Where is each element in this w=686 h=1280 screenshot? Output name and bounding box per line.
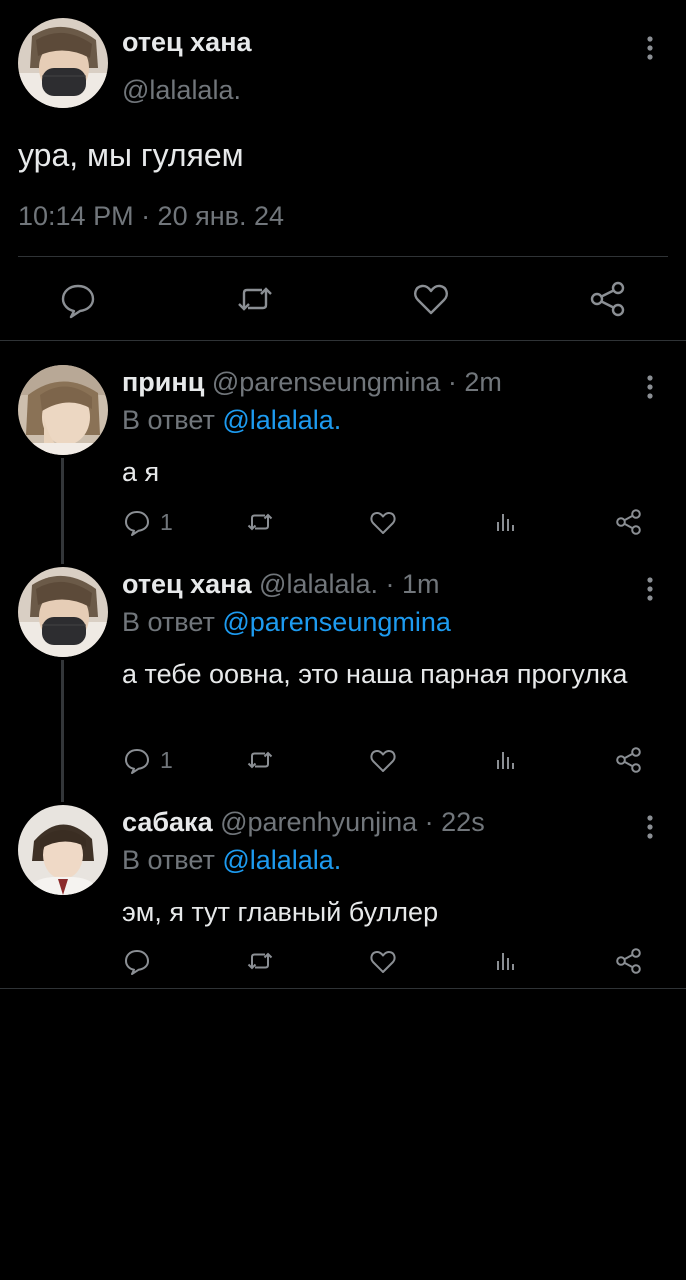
reply-icon[interactable]: [58, 279, 98, 319]
author-name[interactable]: отец хана: [122, 569, 252, 599]
analytics-icon[interactable]: [491, 745, 521, 775]
share-icon[interactable]: [614, 946, 644, 976]
reply-button[interactable]: 1: [122, 745, 173, 775]
reply-prefix: В ответ: [122, 845, 215, 875]
like-icon[interactable]: [368, 946, 398, 976]
retweet-icon[interactable]: [235, 279, 275, 319]
like-icon[interactable]: [368, 507, 398, 537]
more-options-icon[interactable]: [640, 34, 660, 64]
share-icon[interactable]: [614, 745, 644, 775]
share-icon[interactable]: [588, 279, 628, 319]
reply-icon: [125, 511, 149, 536]
reply-count: 1: [160, 508, 173, 535]
reply-context: В ответ @parenseungmina: [122, 607, 451, 638]
more-options-icon[interactable]: [640, 813, 660, 843]
avatar[interactable]: [18, 805, 108, 895]
author-handle[interactable]: @parenseungmina: [212, 367, 441, 397]
reply-count: 1: [160, 746, 173, 773]
reply-tweet[interactable]: отец хана @lalalala. · 1m В ответ @paren…: [0, 567, 686, 787]
share-icon[interactable]: [614, 507, 644, 537]
like-icon[interactable]: [411, 279, 451, 319]
mention-link[interactable]: @lalalala.: [222, 405, 341, 435]
post-time: · 1m: [385, 569, 440, 599]
analytics-icon[interactable]: [491, 507, 521, 537]
reply-tweet[interactable]: принц @parenseungmina · 2m В ответ @lala…: [0, 365, 686, 545]
tweet-timestamp: 10:14 PM · 20 янв. 24: [18, 201, 285, 231]
author-handle[interactable]: @parenhyunjina: [220, 807, 417, 837]
avatar[interactable]: [18, 18, 108, 108]
analytics-icon[interactable]: [491, 946, 521, 976]
avatar[interactable]: [18, 365, 108, 455]
reply-context: В ответ @lalalala.: [122, 405, 341, 436]
author-handle[interactable]: @lalalala.: [122, 75, 241, 106]
author-name[interactable]: принц: [122, 367, 204, 397]
retweet-icon[interactable]: [245, 946, 275, 976]
avatar[interactable]: [18, 567, 108, 657]
mention-link[interactable]: @lalalala.: [222, 845, 341, 875]
reply-button[interactable]: [122, 946, 160, 976]
divider: [0, 988, 686, 989]
author-name[interactable]: сабака: [122, 807, 213, 837]
reply-tweet[interactable]: сабака @parenhyunjina · 22s В ответ @lal…: [0, 805, 686, 980]
post-time: · 2m: [447, 367, 502, 397]
tweet-text: ура, мы гуляем: [18, 137, 244, 173]
reply-icon: [125, 749, 149, 774]
reply-prefix: В ответ: [122, 405, 215, 435]
tweet-text: эм, я тут главный буллер: [122, 897, 439, 927]
reply-prefix: В ответ: [122, 607, 215, 637]
author-handle[interactable]: @lalalala.: [259, 569, 378, 599]
reply-button[interactable]: 1: [122, 507, 173, 537]
tweet-text: а тебе оовна, это наша парная прогулка: [122, 659, 628, 689]
more-options-icon[interactable]: [640, 575, 660, 605]
author-name[interactable]: отец хана: [122, 27, 252, 58]
more-options-icon[interactable]: [640, 373, 660, 403]
divider: [18, 256, 668, 257]
tweet-text: а я: [122, 457, 160, 487]
retweet-icon[interactable]: [245, 745, 275, 775]
post-time: · 22s: [424, 807, 485, 837]
mention-link[interactable]: @parenseungmina: [222, 607, 451, 637]
like-icon[interactable]: [368, 745, 398, 775]
reply-context: В ответ @lalalala.: [122, 845, 341, 876]
divider: [0, 340, 686, 341]
retweet-icon[interactable]: [245, 507, 275, 537]
reply-icon: [125, 950, 149, 975]
